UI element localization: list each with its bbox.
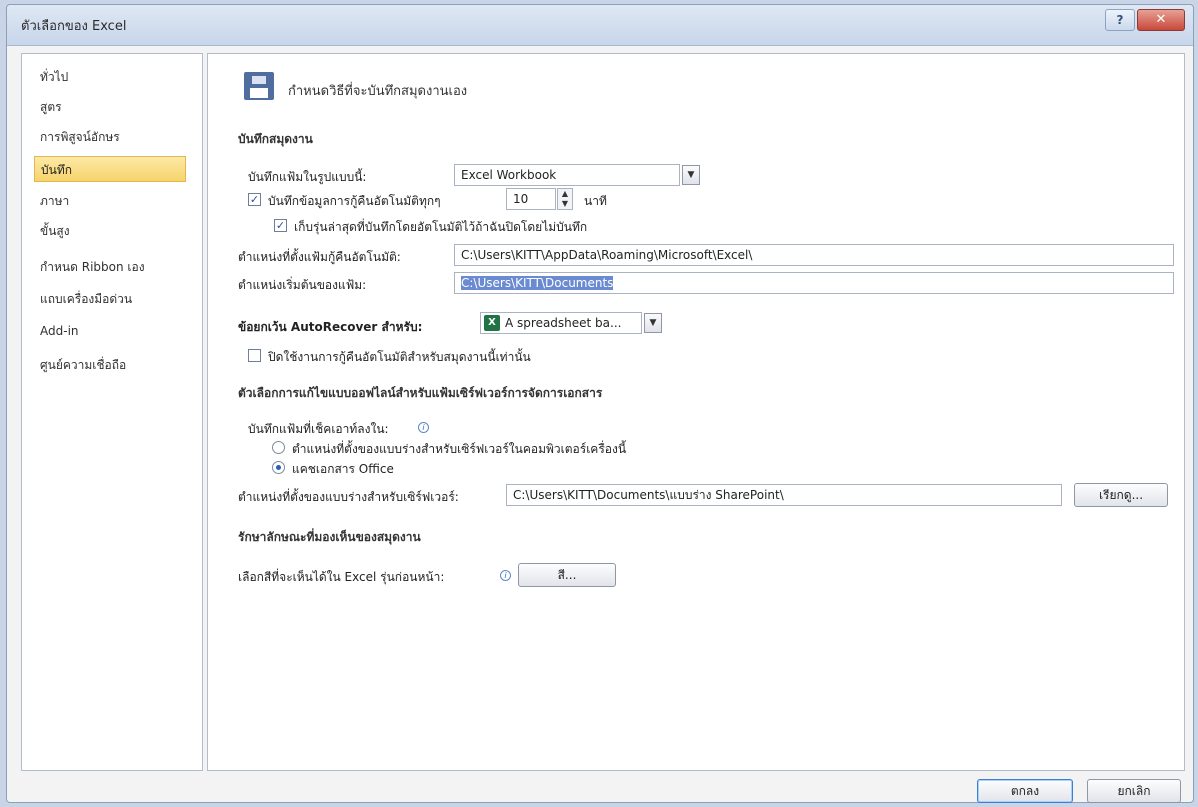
page-title: กำหนดวิธีที่จะบันทึกสมุดงานเอง — [288, 84, 468, 99]
disable-autorecover-label: ปิดใช้งานการกู้คืนอัตโนมัติสำหรับสมุดงาน… — [268, 350, 531, 364]
save-format-label: บันทึกแฟ้มในรูปแบบนี้: — [248, 170, 367, 184]
sidebar-item-customize-ribbon[interactable]: กำหนด Ribbon เอง — [34, 254, 186, 280]
autorecover-location-input[interactable]: C:\Users\KITT\AppData\Roaming\Microsoft\… — [454, 244, 1174, 266]
save-checked-out-label: บันทึกแฟ้มที่เช็คเอาท์ลงใน: — [248, 422, 389, 436]
sidebar-item-general[interactable]: ทั่วไป — [34, 64, 186, 90]
ok-button[interactable]: ตกลง — [977, 779, 1073, 803]
keep-last-version-label: เก็บรุ่นล่าสุดที่บันทึกโดยอัตโนมัติไว้ถ้… — [294, 220, 588, 234]
browse-button[interactable]: เรียกดู... — [1074, 483, 1168, 507]
chevron-down-icon[interactable]: ▼ — [644, 313, 662, 333]
radio-server-drafts-label: ตำแหน่งที่ตั้งของแบบร่างสำหรับเซิร์ฟเวอร… — [292, 442, 627, 456]
sidebar-item-language[interactable]: ภาษา — [34, 188, 186, 214]
save-icon — [244, 72, 274, 100]
autorecover-location-label: ตำแหน่งที่ตั้งแฟ้มกู้คืนอัตโนมัติ: — [238, 250, 401, 264]
section-title-preserve-visual: รักษาลักษณะที่มองเห็นของสมุดงาน — [238, 530, 421, 544]
drafts-location-input[interactable]: C:\Users\KITT\Documents\แบบร่าง SharePoi… — [506, 484, 1062, 506]
section-title-offline-editing: ตัวเลือกการแก้ไขแบบออฟไลน์สำหรับแฟ้มเซิร… — [238, 386, 603, 400]
window-title: ตัวเลือกของ Excel — [21, 19, 127, 34]
selected-text: C:\Users\KITT\Documents — [461, 276, 614, 290]
default-location-label: ตำแหน่งเริ่มต้นของแฟ้ม: — [238, 278, 367, 292]
minutes-unit-label: นาที — [584, 194, 607, 208]
keep-last-version-checkbox[interactable]: ✓ — [274, 219, 287, 232]
close-button[interactable]: ✕ — [1137, 9, 1185, 31]
save-format-select[interactable]: Excel Workbook — [454, 164, 680, 186]
excel-options-dialog: ตัวเลือกของ Excel ? ✕ ทั่วไป สูตร การพิส… — [6, 4, 1194, 803]
radio-server-drafts[interactable] — [272, 441, 285, 454]
title-bar: ตัวเลือกของ Excel ? ✕ — [7, 5, 1193, 46]
sidebar-item-trust-center[interactable]: ศูนย์ความเชื่อถือ — [34, 352, 186, 378]
sidebar-item-add-ins[interactable]: Add-in — [34, 318, 186, 344]
exceptions-workbook-select[interactable]: A spreadsheet ba... — [480, 312, 642, 334]
sidebar-item-proofing[interactable]: การพิสูจน์อักษร — [34, 124, 186, 150]
colors-label: เลือกสีที่จะเห็นได้ใน Excel รุ่นก่อนหน้า… — [238, 570, 445, 584]
drafts-location-label: ตำแหน่งที่ตั้งของแบบร่างสำหรับเซิร์ฟเวอร… — [238, 490, 459, 504]
autorecover-label: บันทึกข้อมูลการกู้คืนอัตโนมัติทุกๆ — [268, 194, 441, 208]
autorecover-checkbox[interactable]: ✓ — [248, 193, 261, 206]
minutes-spin-button[interactable]: ▲ ▼ — [557, 188, 573, 210]
sidebar-item-advanced[interactable]: ขั้นสูง — [34, 218, 186, 244]
options-sidebar: ทั่วไป สูตร การพิสูจน์อักษร บันทึก ภาษา … — [21, 53, 203, 771]
save-options-panel: กำหนดวิธีที่จะบันทึกสมุดงานเอง บันทึกสมุ… — [207, 53, 1185, 771]
sidebar-item-save[interactable]: บันทึก — [34, 156, 186, 182]
radio-office-cache-label: แคชเอกสาร Office — [292, 462, 394, 476]
autorecover-exceptions-label: ข้อยกเว้น AutoRecover สำหรับ: — [238, 320, 423, 334]
disable-autorecover-checkbox[interactable] — [248, 349, 261, 362]
sidebar-item-quick-access-toolbar[interactable]: แถบเครื่องมือด่วน — [34, 286, 186, 312]
cancel-button[interactable]: ยกเลิก — [1087, 779, 1181, 803]
autorecover-minutes-input[interactable]: 10 — [506, 188, 556, 210]
info-icon: i — [418, 422, 429, 433]
excel-icon: X — [484, 315, 500, 331]
help-button[interactable]: ? — [1105, 9, 1135, 31]
colors-button[interactable]: สี... — [518, 563, 616, 587]
sidebar-item-formulas[interactable]: สูตร — [34, 94, 186, 120]
default-location-input[interactable]: C:\Users\KITT\Documents — [454, 272, 1174, 294]
section-title-save-workbooks: บันทึกสมุดงาน — [238, 132, 313, 146]
info-icon: i — [500, 570, 511, 581]
radio-office-cache[interactable] — [272, 461, 285, 474]
chevron-down-icon[interactable]: ▼ — [682, 165, 700, 185]
